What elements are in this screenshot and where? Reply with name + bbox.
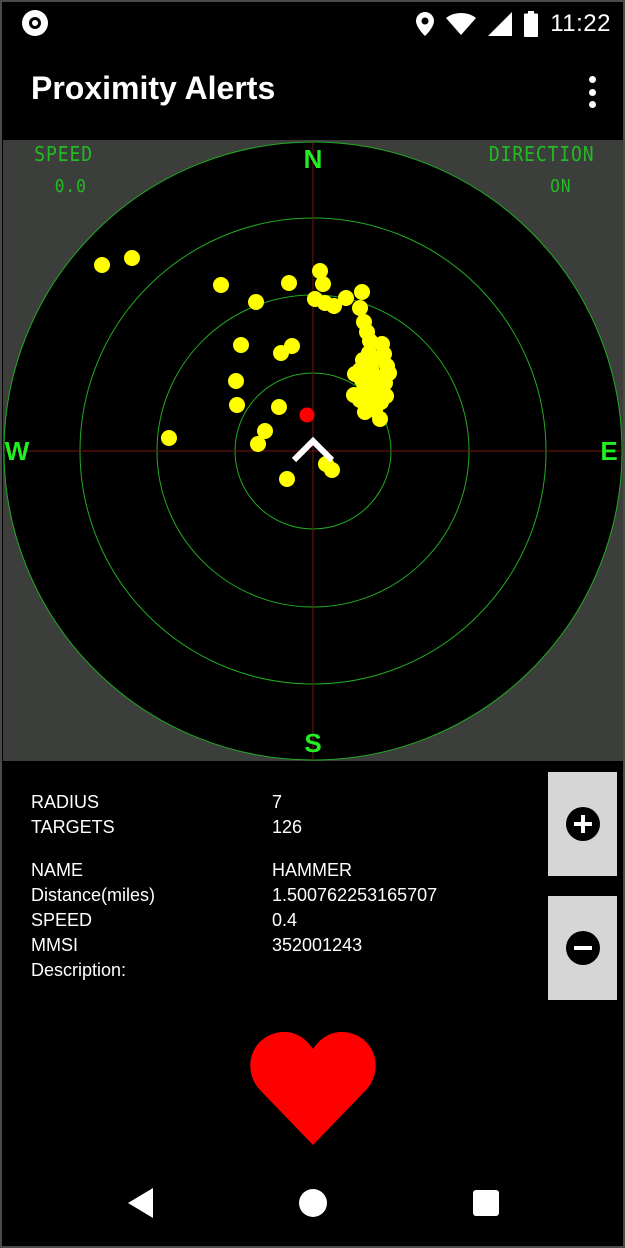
distance-value: 1.500762253165707 <box>272 885 438 905</box>
plus-icon <box>565 807 600 841</box>
status-icons: 11:22 <box>416 0 611 48</box>
target-blip[interactable] <box>378 388 394 404</box>
name-value: HAMMER <box>272 860 352 880</box>
target-blip[interactable] <box>338 290 354 306</box>
target-blip[interactable] <box>324 462 340 478</box>
target-blip[interactable] <box>281 275 297 291</box>
target-blip[interactable] <box>213 277 229 293</box>
cell-signal-icon <box>488 12 513 36</box>
target-blip[interactable] <box>351 390 367 406</box>
app-bar: Proximity Alerts <box>0 48 625 140</box>
target-blip[interactable] <box>347 366 363 382</box>
compass-east: E <box>600 436 617 466</box>
target-blip[interactable] <box>284 338 300 354</box>
target-blip[interactable] <box>363 360 379 376</box>
targets-value: 126 <box>272 817 303 837</box>
mmsi-label: MMSI <box>31 935 78 955</box>
wifi-icon <box>446 13 477 35</box>
radius-label: RADIUS <box>31 792 100 812</box>
target-blip[interactable] <box>229 397 245 413</box>
target-blip[interactable] <box>248 294 264 310</box>
location-icon <box>416 12 435 36</box>
target-blip[interactable] <box>250 436 266 452</box>
status-time: 11:22 <box>550 10 611 37</box>
target-blip[interactable] <box>94 257 110 273</box>
overflow-menu-icon[interactable] <box>585 76 599 108</box>
target-speed-value: 0.4 <box>272 910 298 930</box>
radar-view[interactable]: N S W E SPEED 0.0 DIRECTION ON <box>3 140 623 761</box>
home-icon[interactable] <box>299 1189 327 1217</box>
minus-icon <box>565 931 600 965</box>
compass-west: W <box>5 436 30 466</box>
page-title: Proximity Alerts <box>31 70 276 106</box>
target-blip[interactable] <box>233 337 249 353</box>
target-blip[interactable] <box>161 430 177 446</box>
target-blip[interactable] <box>354 284 370 300</box>
target-blip[interactable] <box>228 373 244 389</box>
heart-icon[interactable] <box>248 1027 378 1147</box>
target-speed-label: SPEED <box>31 910 93 930</box>
zoom-in-button[interactable] <box>548 772 617 876</box>
navigation-bar <box>0 1160 625 1248</box>
compass-south: S <box>304 728 321 758</box>
target-blip[interactable] <box>271 399 287 415</box>
radar-scope: N S W E <box>3 141 623 761</box>
mmsi-value: 352001243 <box>272 935 363 955</box>
description-label: Description: <box>31 960 127 980</box>
speed-value: 0.0 <box>54 176 87 197</box>
back-icon[interactable] <box>128 1188 153 1218</box>
status-bar: 11:22 <box>0 0 625 48</box>
direction-label: DIRECTION <box>488 142 595 166</box>
distance-label: Distance(miles) <box>31 885 156 905</box>
selected-target <box>299 407 315 423</box>
target-blip[interactable] <box>279 471 295 487</box>
record-icon <box>22 10 48 36</box>
direction-value: ON <box>550 176 572 197</box>
zoom-out-button[interactable] <box>548 896 617 1000</box>
target-blip[interactable] <box>124 250 140 266</box>
target-blip[interactable] <box>352 300 368 316</box>
name-label: NAME <box>31 860 84 880</box>
target-blip[interactable] <box>315 276 331 292</box>
recents-icon[interactable] <box>473 1190 499 1216</box>
radius-value: 7 <box>272 792 283 812</box>
compass-north: N <box>304 144 323 174</box>
speed-label: SPEED <box>34 142 93 166</box>
targets-label: TARGETS <box>31 817 115 837</box>
battery-icon <box>524 11 539 37</box>
target-blip[interactable] <box>367 402 383 418</box>
